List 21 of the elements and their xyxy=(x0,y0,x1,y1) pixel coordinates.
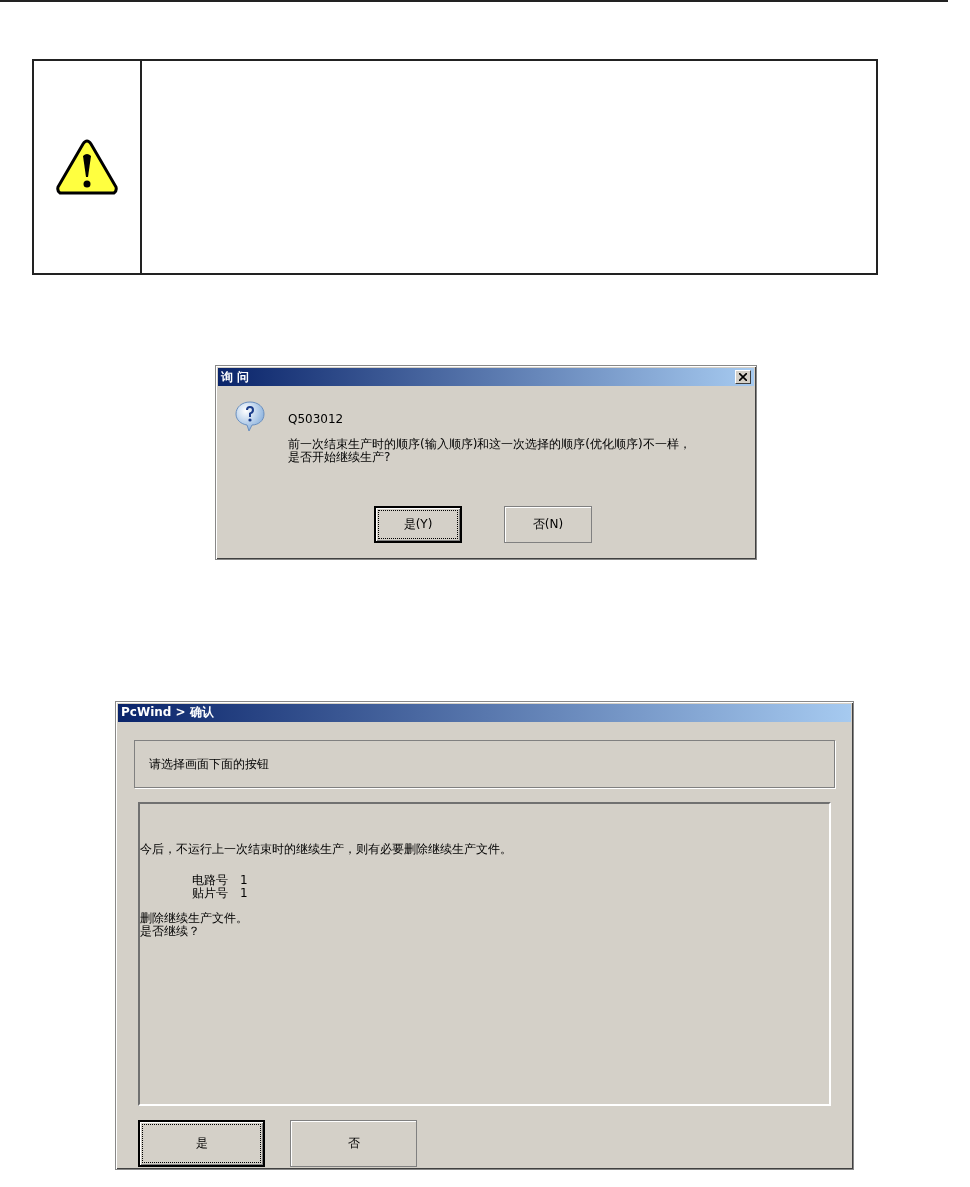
message-text: 是否继续？ xyxy=(140,925,201,939)
prompt-text: 请选择画面下面的按钮 xyxy=(149,757,269,772)
dialog-button[interactable]: 否 xyxy=(290,1120,417,1167)
field-label: 电路号 xyxy=(192,874,228,888)
field-value: 1 xyxy=(240,887,248,901)
close-button[interactable] xyxy=(735,370,751,384)
window-title: 询 问 xyxy=(221,368,250,386)
dialog-button[interactable]: 是 xyxy=(138,1120,265,1167)
dialog-button[interactable]: 是(Y) xyxy=(374,506,462,543)
field-value: 1 xyxy=(240,874,248,888)
dialog-button[interactable]: 否(N) xyxy=(504,506,592,543)
field-label: 贴片号 xyxy=(192,887,228,901)
message-text: 今后，不运行上一次结束时的继续生产，则有必要删除继续生产文件。 xyxy=(140,842,513,857)
message-text: 是否开始继续生产? xyxy=(288,451,391,464)
window-title: PcWind > 确认 xyxy=(121,704,214,722)
message-code: Q503012 xyxy=(288,412,345,426)
message-text: 删除继续生产文件。 xyxy=(140,912,249,926)
close-icon xyxy=(739,373,747,381)
warning-icon xyxy=(56,139,118,195)
question-icon xyxy=(234,400,266,432)
message-text: 前一次结束生产时的顺序(输入顺序)和这一次选择的顺序(优化顺序)不一样， xyxy=(288,438,691,451)
